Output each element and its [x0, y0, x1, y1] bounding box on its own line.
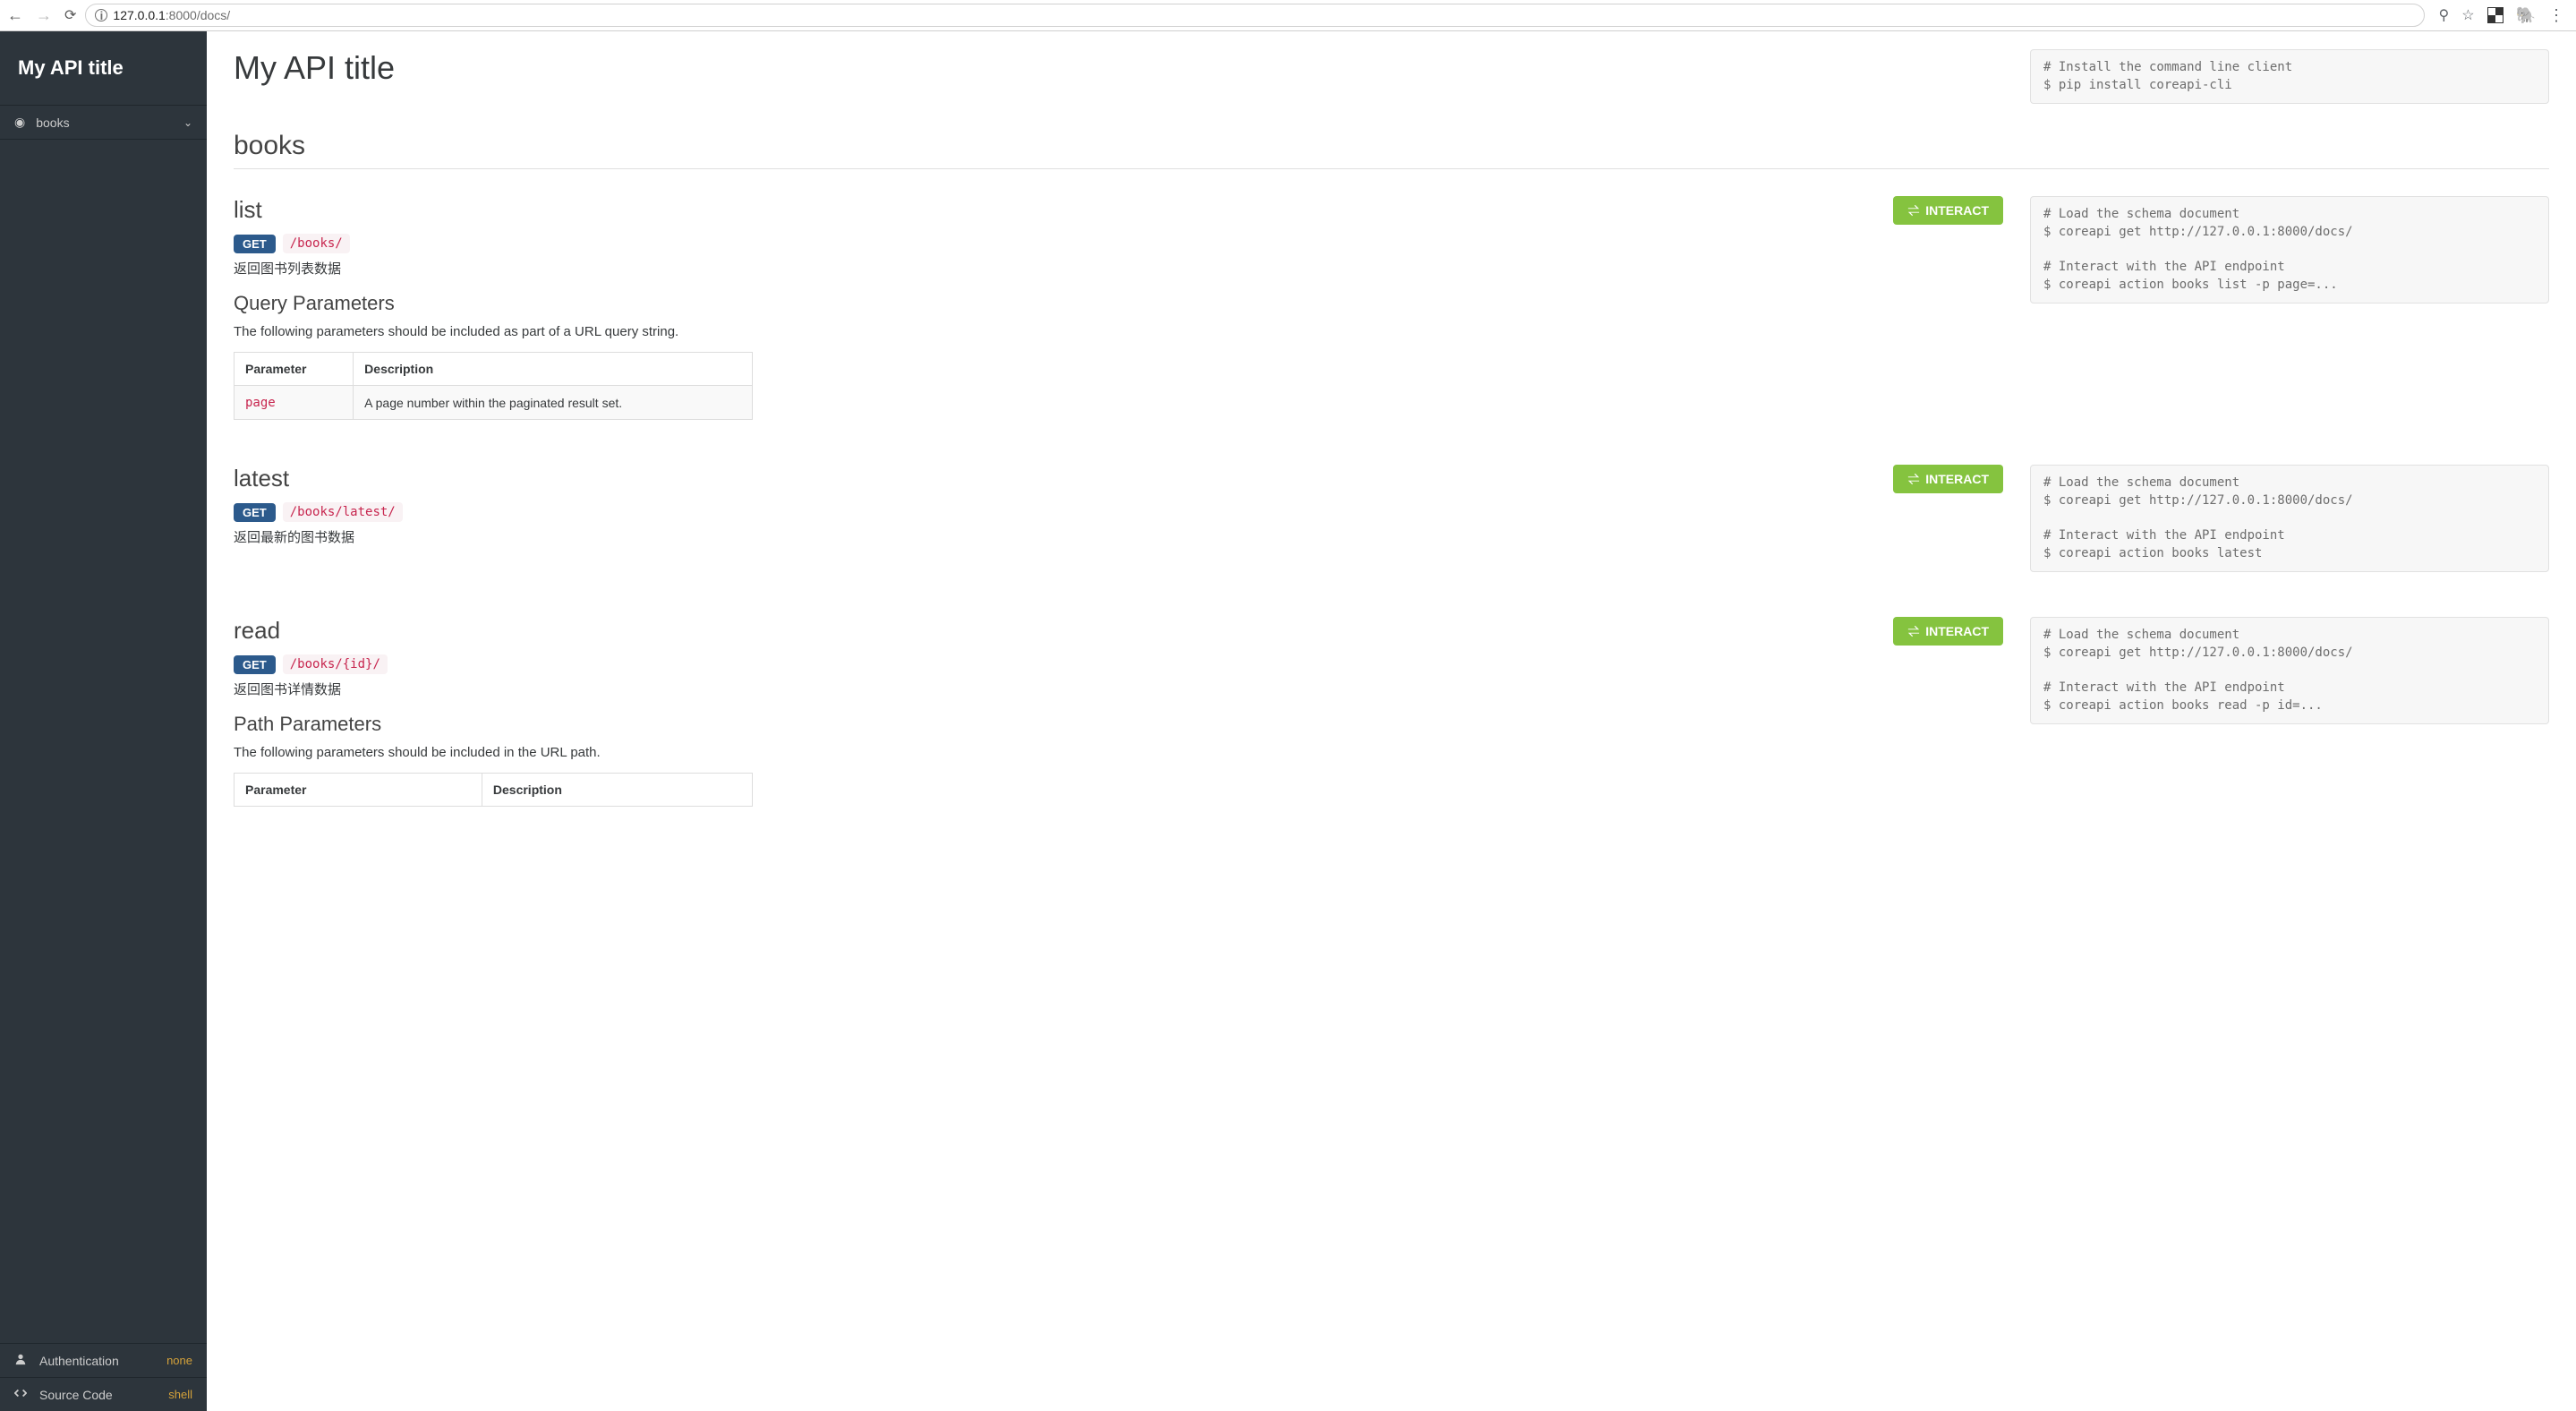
table-row: page A page number within the paginated …	[235, 386, 753, 420]
params-heading: Path Parameters	[234, 713, 2003, 736]
endpoint-code-block: # Load the schema document $ coreapi get…	[2030, 465, 2549, 572]
params-note: The following parameters should be inclu…	[234, 745, 2003, 760]
endpoint-list: list INTERACT GET /books/ 返回图书列表数据 Query…	[234, 196, 2549, 420]
url-text: 127.0.0.1:8000/docs/	[113, 8, 230, 22]
user-icon	[14, 1353, 32, 1368]
authentication-item[interactable]: Authentication none	[0, 1343, 207, 1377]
endpoint-description: 返回最新的图书数据	[234, 527, 2003, 546]
bullet-icon: ◉	[14, 115, 25, 130]
site-info-icon[interactable]: i	[95, 9, 107, 21]
interact-button[interactable]: INTERACT	[1893, 465, 2003, 493]
back-button[interactable]: ←	[7, 6, 23, 25]
endpoint-description: 返回图书列表数据	[234, 259, 2003, 278]
exchange-icon	[1907, 473, 1920, 485]
endpoint-path: /books/	[283, 234, 350, 253]
method-badge: GET	[234, 503, 276, 522]
reload-button[interactable]: ⟳	[64, 6, 76, 24]
source-value: shell	[168, 1388, 192, 1401]
main-content: My API title # Install the command line …	[207, 31, 2576, 1411]
endpoint-name: list	[234, 196, 262, 224]
params-heading: Query Parameters	[234, 292, 2003, 315]
sidebar-item-label: books	[36, 115, 69, 130]
endpoint-latest: latest INTERACT GET /books/latest/ 返回最新的…	[234, 465, 2549, 572]
table-header-param: Parameter	[235, 774, 482, 807]
chevron-down-icon: ⌄	[183, 116, 192, 129]
exchange-icon	[1907, 625, 1920, 637]
endpoint-name: latest	[234, 465, 289, 492]
endpoint-code-block: # Load the schema document $ coreapi get…	[2030, 196, 2549, 304]
table-header-desc: Description	[482, 774, 752, 807]
params-table: Parameter Description	[234, 773, 753, 807]
interact-button[interactable]: INTERACT	[1893, 196, 2003, 225]
auth-value: none	[166, 1354, 192, 1367]
source-code-item[interactable]: Source Code shell	[0, 1377, 207, 1411]
section-title: books	[234, 131, 2549, 169]
evernote-extension-icon[interactable]: 🐘	[2516, 6, 2536, 25]
params-table: Parameter Description page A page number…	[234, 352, 753, 420]
sidebar: My API title ◉ books ⌄ Authentication no…	[0, 31, 207, 1411]
code-icon	[14, 1387, 32, 1402]
sidebar-item-books[interactable]: ◉ books ⌄	[0, 106, 207, 140]
endpoint-code-block: # Load the schema document $ coreapi get…	[2030, 617, 2549, 724]
auth-label: Authentication	[39, 1354, 119, 1368]
param-desc: A page number within the paginated resul…	[354, 386, 753, 420]
browser-menu-icon[interactable]: ⋮	[2548, 6, 2563, 25]
method-badge: GET	[234, 235, 276, 253]
exchange-icon	[1907, 204, 1920, 217]
browser-chrome: ← → ⟳ i 127.0.0.1:8000/docs/ ⚲ ☆ 🐘 ⋮	[0, 0, 2576, 31]
endpoint-description: 返回图书详情数据	[234, 680, 2003, 698]
table-header-param: Parameter	[235, 353, 354, 386]
endpoint-path: /books/{id}/	[283, 654, 388, 674]
interact-button[interactable]: INTERACT	[1893, 617, 2003, 646]
qr-extension-icon[interactable]	[2487, 7, 2503, 23]
param-name: page	[245, 396, 276, 410]
method-badge: GET	[234, 655, 276, 674]
source-label: Source Code	[39, 1388, 113, 1402]
forward-button[interactable]: →	[36, 6, 52, 25]
sidebar-title: My API title	[0, 31, 207, 106]
params-note: The following parameters should be inclu…	[234, 324, 2003, 339]
endpoint-read: read INTERACT GET /books/{id}/ 返回图书详情数据 …	[234, 617, 2549, 807]
install-code-block: # Install the command line client $ pip …	[2030, 49, 2549, 104]
bookmark-icon[interactable]: ☆	[2461, 6, 2474, 24]
endpoint-name: read	[234, 617, 280, 645]
api-title: My API title	[234, 49, 395, 87]
endpoint-path: /books/latest/	[283, 502, 403, 522]
address-bar[interactable]: i 127.0.0.1:8000/docs/	[85, 4, 2424, 27]
table-header-desc: Description	[354, 353, 753, 386]
key-icon[interactable]: ⚲	[2439, 6, 2450, 24]
